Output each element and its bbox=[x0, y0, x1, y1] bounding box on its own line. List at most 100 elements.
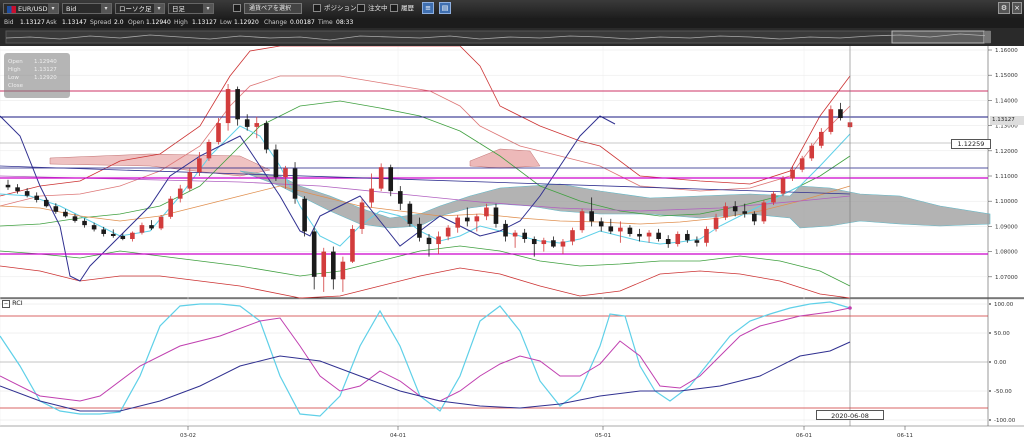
chevron-down-icon: ▾ bbox=[203, 4, 213, 13]
rci-tick-label: -100.00 bbox=[994, 418, 1016, 424]
price-tick-label: 1.14000 bbox=[995, 98, 1018, 104]
candle-body bbox=[388, 167, 394, 192]
candle-body bbox=[732, 206, 738, 212]
price-tick-label: 1.16000 bbox=[995, 48, 1018, 54]
price-type-select[interactable]: Bid ▾ bbox=[62, 3, 112, 14]
candle-body bbox=[522, 232, 527, 239]
candle-body bbox=[799, 158, 805, 170]
rci-header[interactable]: − RCI bbox=[2, 299, 23, 308]
price-chart[interactable]: 1.160001.150001.140001.130001.120001.110… bbox=[0, 46, 1024, 440]
rci-tick-label: 0.00 bbox=[994, 360, 1007, 366]
candle-body bbox=[665, 239, 671, 245]
candle-body bbox=[216, 123, 221, 142]
candle-body bbox=[63, 211, 68, 217]
rci-slow-line bbox=[0, 341, 851, 412]
candle-body bbox=[436, 236, 441, 245]
rci-tick-dot bbox=[989, 332, 991, 334]
candle-body bbox=[742, 211, 748, 214]
rci-tick-dot bbox=[989, 390, 991, 392]
candle-body bbox=[177, 188, 183, 199]
candle-body bbox=[158, 216, 164, 229]
spread-value: 2.0 bbox=[114, 19, 124, 26]
ohlc-open-value: 1.12940 bbox=[34, 59, 57, 65]
position-checkbox[interactable] bbox=[313, 4, 321, 12]
candle-body bbox=[24, 191, 30, 196]
candle-body bbox=[493, 207, 499, 224]
compare-pair-button[interactable]: 通貨ペアを選択 bbox=[244, 3, 302, 14]
candle-body bbox=[627, 227, 633, 234]
ohlc-high-value: 1.13127 bbox=[34, 67, 57, 73]
candle-body bbox=[685, 233, 690, 241]
close-icon[interactable]: × bbox=[1012, 2, 1022, 14]
navigator-scroll-handle[interactable] bbox=[985, 31, 991, 43]
rci-fast-line bbox=[0, 301, 851, 417]
candle-body bbox=[273, 149, 279, 178]
rci-collapse-icon[interactable]: − bbox=[2, 300, 10, 308]
candle-body bbox=[818, 131, 824, 146]
currency-pair-label: EUR/USD bbox=[18, 5, 48, 13]
gear-icon[interactable]: ⚙ bbox=[998, 2, 1010, 14]
candle-body bbox=[426, 237, 432, 245]
candle-body bbox=[378, 167, 384, 189]
price-type-label: Bid bbox=[66, 5, 77, 13]
candle-body bbox=[484, 207, 489, 217]
navigator-strip[interactable] bbox=[0, 28, 1024, 46]
candle-body bbox=[771, 193, 776, 203]
candle-body bbox=[675, 233, 681, 245]
position-label: ポジション bbox=[324, 4, 357, 12]
indicator-settings-icon[interactable]: ≡ bbox=[422, 2, 434, 14]
candle-body bbox=[790, 169, 795, 179]
navigator-window[interactable] bbox=[891, 30, 985, 44]
timeframe-label: 日足 bbox=[172, 5, 185, 13]
compare-checkbox[interactable] bbox=[233, 4, 241, 12]
candle-body bbox=[656, 232, 661, 239]
candle-body bbox=[43, 199, 49, 207]
candle-body bbox=[254, 123, 260, 127]
candle-body bbox=[197, 158, 202, 173]
candle-body bbox=[809, 145, 815, 159]
chevron-down-icon: ▾ bbox=[101, 4, 111, 13]
timeframe-select[interactable]: 日足 ▾ bbox=[168, 3, 214, 14]
candle-body bbox=[637, 233, 642, 237]
candle-body bbox=[264, 123, 269, 150]
candle-body bbox=[560, 241, 566, 247]
history-checkbox[interactable] bbox=[390, 4, 398, 12]
quote-bar: Bid 1.13127 Ask 1.13147 Spread 2.0 Open … bbox=[0, 18, 1024, 28]
candle-body bbox=[206, 141, 212, 159]
candle-body bbox=[397, 191, 403, 204]
rci-tick-dot bbox=[989, 361, 991, 363]
chart-type-label: ローソク足 bbox=[119, 5, 152, 13]
chart-type-select[interactable]: ローソク足 ▾ bbox=[115, 3, 165, 14]
candle-body bbox=[5, 184, 11, 188]
spread-label: Spread bbox=[90, 19, 112, 26]
candle-body bbox=[120, 235, 126, 239]
chart-toolbar: EUR/USD ▾ Bid ▾ ローソク足 ▾ 日足 ▾ 通貨ペアを選択 ポジシ… bbox=[0, 0, 1024, 19]
candle-body bbox=[292, 168, 298, 199]
time-tick-label: 03-02 bbox=[180, 433, 196, 439]
time-tick-label: 06-01 bbox=[796, 433, 812, 439]
candle-body bbox=[53, 206, 59, 212]
rci-tick-label: 50.00 bbox=[994, 331, 1010, 337]
price-tick-label: 1.11000 bbox=[995, 174, 1018, 180]
ohlc-open-label: Open bbox=[8, 59, 23, 65]
orders-checkbox[interactable] bbox=[357, 4, 365, 12]
candle-body bbox=[235, 89, 240, 120]
currency-pair-select[interactable]: EUR/USD ▾ bbox=[3, 3, 59, 14]
bid-label: Bid bbox=[4, 19, 14, 26]
candle-body bbox=[704, 228, 709, 243]
candle-body bbox=[761, 202, 767, 222]
time-tick-label: 05-01 bbox=[595, 433, 611, 439]
drawing-tools-icon[interactable]: ▤ bbox=[439, 2, 451, 14]
candle-body bbox=[464, 217, 470, 222]
price-tick-label: 1.07000 bbox=[995, 275, 1018, 281]
candle-body bbox=[598, 221, 604, 227]
candle-body bbox=[34, 195, 40, 200]
candle-body bbox=[838, 109, 843, 119]
price-panel bbox=[0, 46, 988, 298]
candle-body bbox=[694, 240, 700, 243]
price-tick-label: 1.15000 bbox=[995, 73, 1018, 79]
candle-body bbox=[350, 228, 355, 262]
candle-body bbox=[302, 198, 307, 232]
candle-body bbox=[474, 216, 480, 222]
low-value: 1.12920 bbox=[234, 19, 259, 26]
